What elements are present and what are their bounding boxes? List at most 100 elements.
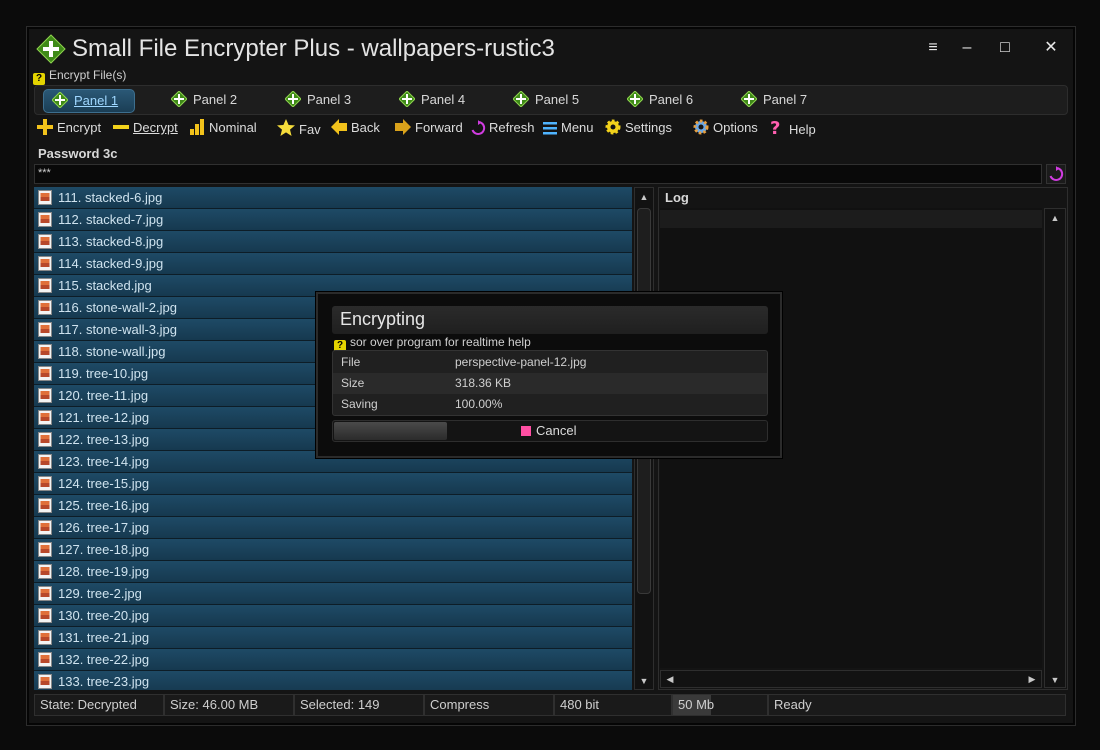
gear-icon [605,119,621,135]
app-logo-icon [36,34,66,64]
file-name: 128. tree-19.jpg [58,564,150,579]
help-button[interactable]: ? Help [768,118,816,139]
fav-button[interactable]: Fav [276,118,321,138]
help-hint-text: Encrypt File(s) [49,68,127,82]
scroll-left-arrow[interactable]: ◀ [663,674,677,685]
refresh-icon [1049,166,1064,181]
bar-chart-icon [190,119,204,135]
password-label: Password 3c [38,146,118,161]
tab-panel-4[interactable]: Panel 4 [399,89,465,111]
cog-icon [693,119,709,135]
log-scrollbar[interactable]: ▲ ▼ [1044,208,1066,688]
encrypting-dialog: Encrypting ? sor over program for realtim… [316,292,782,458]
dialog-header: Encrypting [332,306,768,334]
forward-button[interactable]: Forward [394,118,463,138]
file-row[interactable]: 128. tree-19.jpg [34,561,632,583]
refresh-button[interactable]: Refresh [470,118,535,138]
back-button[interactable]: Back [330,118,380,138]
file-row[interactable]: 127. tree-18.jpg [34,539,632,561]
file-row[interactable]: 131. tree-21.jpg [34,627,632,649]
status-mode: Compress [424,694,554,716]
scroll-down-arrow[interactable]: ▼ [637,676,651,686]
menu-button[interactable]: Menu [542,118,594,138]
file-row[interactable]: 130. tree-20.jpg [34,605,632,627]
decrypt-label: Decrypt [133,120,178,135]
file-name: 126. tree-17.jpg [58,520,150,535]
refresh-icon [471,120,486,135]
image-file-icon [38,278,52,293]
nominal-button[interactable]: Nominal [188,118,257,138]
close-button[interactable]: ✕ [1038,36,1064,60]
maximize-button[interactable]: □ [992,36,1018,60]
dialog-row-size: Size 318.36 KB [333,373,767,394]
file-name: 124. tree-15.jpg [58,476,150,491]
file-row[interactable]: 111. stacked-6.jpg [34,187,632,209]
title-bar: Small File Encrypter Plus - wallpapers-r… [30,30,1070,68]
scroll-right-arrow[interactable]: ▶ [1025,674,1039,685]
file-row[interactable]: 129. tree-2.jpg [34,583,632,605]
panel-tabbar: Panel 1 Panel 2 Panel 3 Panel 4 Panel 5 … [34,85,1068,115]
tab-panel-2[interactable]: Panel 2 [171,89,237,111]
encrypt-label: Encrypt [57,120,102,135]
file-name: 112. stacked-7.jpg [58,212,164,227]
file-row[interactable]: 124. tree-15.jpg [34,473,632,495]
plus-icon [37,119,53,135]
file-row[interactable]: 132. tree-22.jpg [34,649,632,671]
image-file-icon [38,366,52,381]
scroll-down-arrow[interactable]: ▼ [1048,675,1062,685]
file-name: 127. tree-18.jpg [58,542,150,557]
settings-button[interactable]: Settings [604,118,672,138]
encrypt-button[interactable]: Encrypt [36,118,101,138]
toolbar: Encrypt Decrypt Nominal Fav Back Forward… [34,116,1066,140]
image-file-icon [38,608,52,623]
image-file-icon [38,564,52,579]
window-menu-button[interactable]: ≡ [920,36,946,60]
plus-gem-icon [513,91,529,107]
image-file-icon [38,476,52,491]
dialog-info-table: File perspective-panel-12.jpg Size 318.3… [332,350,768,416]
file-row[interactable]: 114. stacked-9.jpg [34,253,632,275]
dialog-row-key: Saving [341,397,378,411]
file-name: 117. stone-wall-3.jpg [58,322,177,337]
image-file-icon [38,520,52,535]
encrypt-progress-bar [334,422,447,440]
file-name: 133. tree-23.jpg [58,674,150,689]
image-file-icon [38,344,52,359]
file-name: 130. tree-20.jpg [58,608,150,623]
log-hscrollbar[interactable]: ◀ ▶ [660,670,1042,688]
stop-icon [521,426,531,436]
dialog-row-saving: Saving 100.00% [333,394,767,415]
file-name: 132. tree-22.jpg [58,652,150,667]
file-row[interactable]: 112. stacked-7.jpg [34,209,632,231]
refresh-label: Refresh [489,120,535,135]
tab-panel-1[interactable]: Panel 1 [43,89,136,113]
password-field[interactable]: *** [34,164,1042,184]
file-row[interactable]: 125. tree-16.jpg [34,495,632,517]
file-name: 121. tree-12.jpg [58,410,150,425]
scroll-up-arrow[interactable]: ▲ [1048,213,1062,223]
dialog-row-value: perspective-panel-12.jpg [455,355,587,369]
tab-panel-7[interactable]: Panel 7 [741,89,807,111]
file-name: 113. stacked-8.jpg [58,234,164,249]
options-button[interactable]: Options [692,118,758,138]
tab-panel-3[interactable]: Panel 3 [285,89,351,111]
file-name: 122. tree-13.jpg [58,432,150,447]
file-row[interactable]: 113. stacked-8.jpg [34,231,632,253]
decrypt-button[interactable]: Decrypt [112,118,178,138]
cancel-button[interactable]: Cancel [521,422,576,440]
password-toggle-button[interactable] [1046,164,1066,184]
file-row[interactable]: 133. tree-23.jpg [34,671,632,690]
dialog-row-key: File [341,355,361,369]
file-name: 131. tree-21.jpg [58,630,150,645]
scroll-up-arrow[interactable]: ▲ [637,192,651,202]
minimize-button[interactable]: – [954,36,980,60]
nominal-label: Nominal [209,120,257,135]
file-row[interactable]: 126. tree-17.jpg [34,517,632,539]
tab-label: Panel 5 [535,92,580,107]
tab-panel-6[interactable]: Panel 6 [627,89,693,111]
log-line [660,210,1042,228]
plus-gem-icon [627,91,643,107]
tab-panel-5[interactable]: Panel 5 [513,89,579,111]
minus-icon [113,125,129,129]
image-file-icon [38,388,52,403]
